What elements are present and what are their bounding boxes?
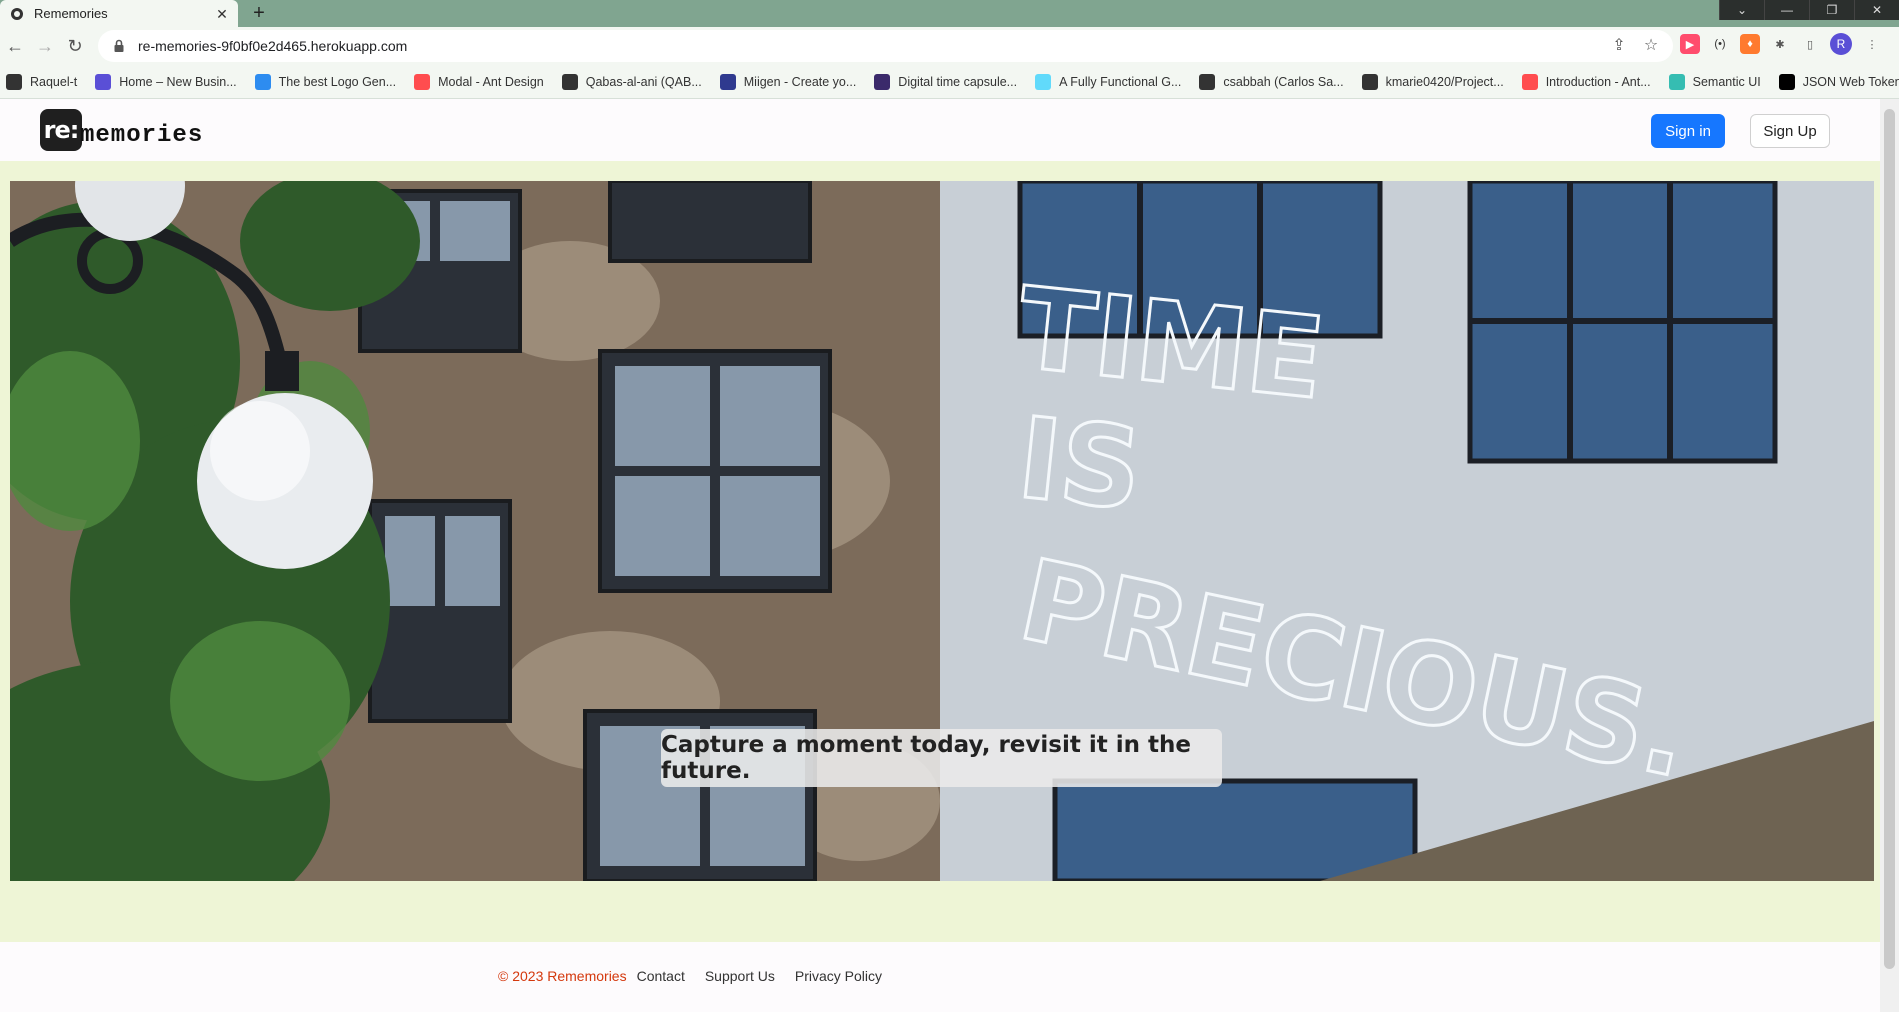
menu-kebab-icon[interactable]: ⋮ [1862,34,1882,54]
bookmark-label: JSON Web Tokens -... [1802,74,1899,89]
scrollbar-thumb[interactable] [1884,109,1895,969]
bookmark-label: A Fully Functional G... [1059,74,1182,89]
tab-favicon-icon [11,7,23,20]
bookmark-item[interactable]: Semantic UI [1668,73,1761,90]
s-icon [95,73,112,90]
react-icon [1035,73,1052,90]
capsule-icon [874,73,891,90]
bookmark-label: Miigen - Create yo... [743,74,857,89]
logo-text: memories [80,122,204,149]
footer-link-privacy-policy[interactable]: Privacy Policy [795,968,882,984]
extension-radio-icon[interactable]: (•) [1710,34,1730,54]
bookmark-item[interactable]: A Fully Functional G... [1035,73,1182,90]
tab-search-icon[interactable]: ⌄ [1719,0,1764,20]
bookmark-label: The best Logo Gen... [278,74,397,89]
bookmark-item[interactable]: JSON Web Tokens -... [1778,73,1899,90]
page: re: memories Sign in Sign Up TIME IS PRE… [0,99,1899,1012]
footer-links: © 2023 Rememories Contact Support Us Priva… [498,968,902,984]
tab-title: Rememories [34,6,108,21]
bookmark-item[interactable]: csabbah (Carlos Sa... [1199,73,1344,90]
window-controls: ⌄ — ❐ ✕ [1719,0,1899,20]
bookmark-label: Introduction - Ant... [1545,74,1651,89]
site-footer: © 2023 Rememories Contact Support Us Priva… [0,942,1880,1012]
footer-copyright: © 2023 Rememories [498,968,627,984]
site-header: re: memories Sign in Sign Up [0,99,1880,161]
bookmark-item[interactable]: Qabas-al-ani (QAB... [561,73,702,90]
neon-line-is: IS [1012,394,1147,536]
window-close-icon[interactable]: ✕ [1854,0,1899,20]
bookmark-item[interactable]: Miigen - Create yo... [719,73,857,90]
browser-tabstrip: Rememories ✕ + ⌄ — ❐ ✕ [0,0,1899,27]
extensions-puzzle-icon[interactable]: ✱ [1770,34,1790,54]
bookmark-item[interactable]: Digital time capsule... [874,73,1018,90]
side-panel-icon[interactable]: ▯ [1800,34,1820,54]
bookmark-item[interactable]: Raquel-t [6,73,78,90]
github-icon [1199,73,1216,90]
forward-icon[interactable]: → [30,31,60,61]
profile-avatar[interactable]: R [1830,33,1852,55]
reload-icon[interactable]: ↻ [60,31,90,61]
hero-caption: Capture a moment today, revisit it in th… [661,729,1222,787]
url-text: re-memories-9f0bf0e2d465.herokuapp.com [138,38,408,54]
bookmark-label: Home – New Busin... [119,74,237,89]
site-logo[interactable]: re: memories [40,109,203,151]
new-tab-button[interactable]: + [248,2,270,24]
bookmark-label: Modal - Ant Design [438,74,544,89]
s-icon [1668,73,1685,90]
lock-icon [114,39,124,52]
bookmark-label: kmarie0420/Project... [1385,74,1504,89]
bookmark-star-icon[interactable]: ☆ [1641,36,1661,56]
share-icon[interactable]: ⇪ [1609,36,1629,56]
sign-up-button[interactable]: Sign Up [1750,114,1830,148]
bookmark-label: Semantic UI [1692,74,1761,89]
browser-tab[interactable]: Rememories ✕ [0,0,238,27]
bookmark-label: Raquel-t [30,74,78,89]
bookmark-label: Digital time capsule... [898,74,1018,89]
address-bar[interactable]: re-memories-9f0bf0e2d465.herokuapp.com ⇪… [98,30,1673,62]
extension-flame-icon[interactable]: ♦ [1740,34,1760,54]
footer-link-support-us[interactable]: Support Us [705,968,775,984]
jwt-icon [1778,73,1795,90]
browser-toolbar: ← → ↻ re-memories-9f0bf0e2d465.herokuapp… [0,27,1899,65]
footer-link-contact[interactable]: Contact [637,968,685,984]
close-icon[interactable]: ✕ [214,6,230,22]
sign-in-button[interactable]: Sign in [1651,114,1725,148]
bookmark-item[interactable]: Introduction - Ant... [1521,73,1651,90]
bookmark-item[interactable]: Modal - Ant Design [414,73,544,90]
bookmark-item[interactable]: kmarie0420/Project... [1361,73,1504,90]
logo-badge: re: [40,109,82,151]
bookmark-label: csabbah (Carlos Sa... [1223,74,1344,89]
extension-record-icon[interactable]: ▶ [1680,34,1700,54]
github-icon [1361,73,1378,90]
f-icon [254,73,271,90]
restore-icon[interactable]: ❐ [1809,0,1854,20]
minimize-icon[interactable]: — [1764,0,1809,20]
bookmarks-bar: Raquel-t Home – New Busin... The best Logo… [0,65,1899,99]
m-icon [719,73,736,90]
ant-icon [1521,73,1538,90]
github-icon [561,73,578,90]
extensions-area: ▶ (•) ♦ ✱ ▯ R ⋮ [1680,33,1882,55]
ant-icon [414,73,431,90]
bookmark-item[interactable]: Home – New Busin... [95,73,237,90]
bookmark-item[interactable]: The best Logo Gen... [254,73,397,90]
hero-image: TIME IS PRECIOUS. Capture a moment today… [10,181,1874,881]
page-scrollbar[interactable] [1880,99,1899,1012]
bookmark-label: Qabas-al-ani (QAB... [585,74,702,89]
github-icon [6,73,22,90]
back-icon[interactable]: ← [0,31,30,61]
